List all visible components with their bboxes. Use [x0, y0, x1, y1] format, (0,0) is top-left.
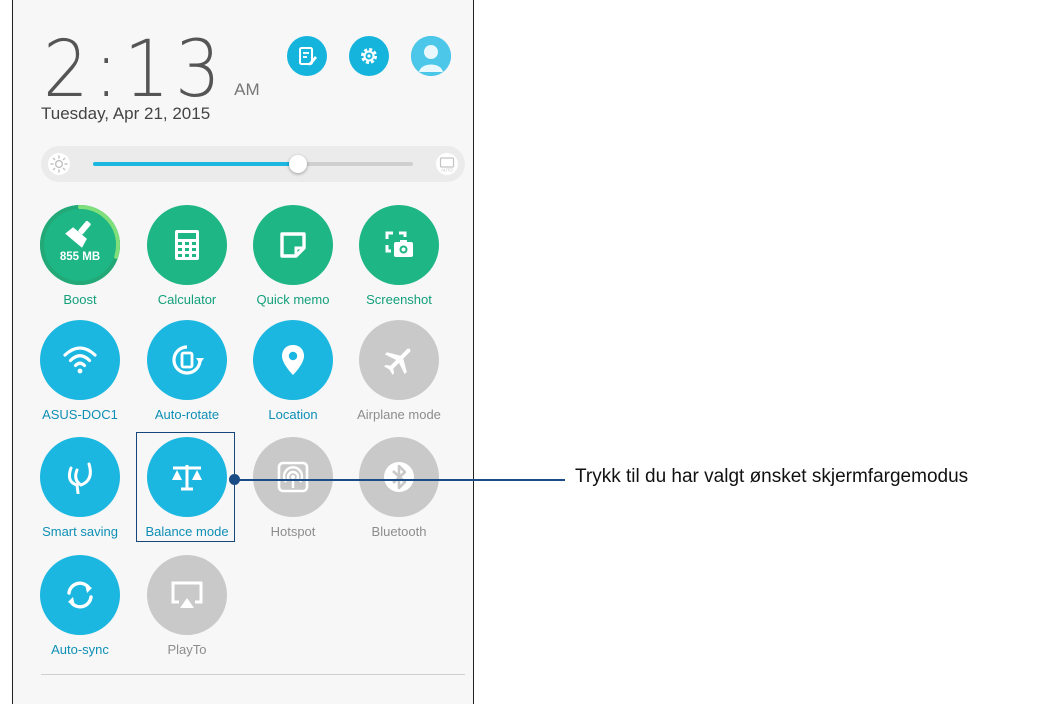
tile-playto[interactable]: PlayTo: [134, 555, 240, 665]
quick-memo-icon: [253, 205, 333, 285]
edit-icon[interactable]: [287, 36, 327, 76]
tile-smart-saving[interactable]: Smart saving: [27, 437, 133, 547]
tile-quick-memo[interactable]: Quick memo: [240, 205, 346, 315]
tile-label: Screenshot: [366, 292, 432, 307]
boost-broom-icon: 855 MB: [40, 205, 120, 285]
tile-hotspot[interactable]: Hotspot: [240, 437, 346, 547]
tile-label: PlayTo: [167, 642, 207, 657]
tile-boost[interactable]: 855 MB Boost: [27, 205, 133, 315]
clock-time: 2:13: [43, 25, 227, 115]
hotspot-icon: [253, 437, 333, 517]
tile-bluetooth[interactable]: Bluetooth: [346, 437, 452, 547]
tile-auto-sync[interactable]: Auto-sync: [27, 555, 133, 665]
screenshot-icon: [359, 205, 439, 285]
brightness-bar: AUTO: [41, 146, 465, 182]
auto-brightness-label: AUTO: [441, 168, 453, 173]
auto-rotate-icon: [147, 320, 227, 400]
tile-label: Bluetooth: [371, 524, 427, 539]
callout-dot: [229, 474, 240, 485]
playto-cast-icon: [147, 555, 227, 635]
callout-text: Trykk til du har valgt ønsket skjermfarg…: [575, 466, 969, 487]
tile-screenshot[interactable]: Screenshot: [346, 205, 452, 315]
tile-calculator[interactable]: Calculator: [134, 205, 240, 315]
brightness-slider-fill: [93, 162, 298, 166]
brightness-slider-thumb[interactable]: [288, 155, 307, 173]
date-label: Tuesday, Apr 21, 2015: [41, 104, 211, 123]
divider: [41, 674, 465, 675]
calculator-icon: [147, 205, 227, 285]
sync-icon: [40, 555, 120, 635]
location-pin-icon: [253, 320, 333, 400]
tile-wifi[interactable]: ASUS-DOC1: [27, 320, 133, 430]
user-avatar-icon[interactable]: [411, 36, 451, 76]
airplane-icon: [359, 320, 439, 400]
bluetooth-icon: [359, 437, 439, 517]
smart-saving-leaf-icon: [40, 437, 120, 517]
brightness-low-icon: [48, 153, 70, 175]
settings-gear-icon[interactable]: [349, 36, 389, 76]
clock-ampm: AM: [234, 80, 260, 99]
tile-location[interactable]: Location: [240, 320, 346, 430]
boost-memory: 855 MB: [59, 251, 101, 263]
callout-line: [235, 479, 565, 481]
wifi-icon: [40, 320, 120, 400]
tile-label: Airplane mode: [357, 407, 441, 422]
tile-auto-rotate[interactable]: Auto-rotate: [134, 320, 240, 430]
balance-mode-highlight-box: [136, 432, 235, 542]
tile-airplane-mode[interactable]: Airplane mode: [346, 320, 452, 430]
clock: 2:13 AM: [43, 25, 260, 115]
brightness-slider[interactable]: [93, 155, 413, 173]
auto-brightness-icon[interactable]: AUTO: [435, 152, 459, 176]
